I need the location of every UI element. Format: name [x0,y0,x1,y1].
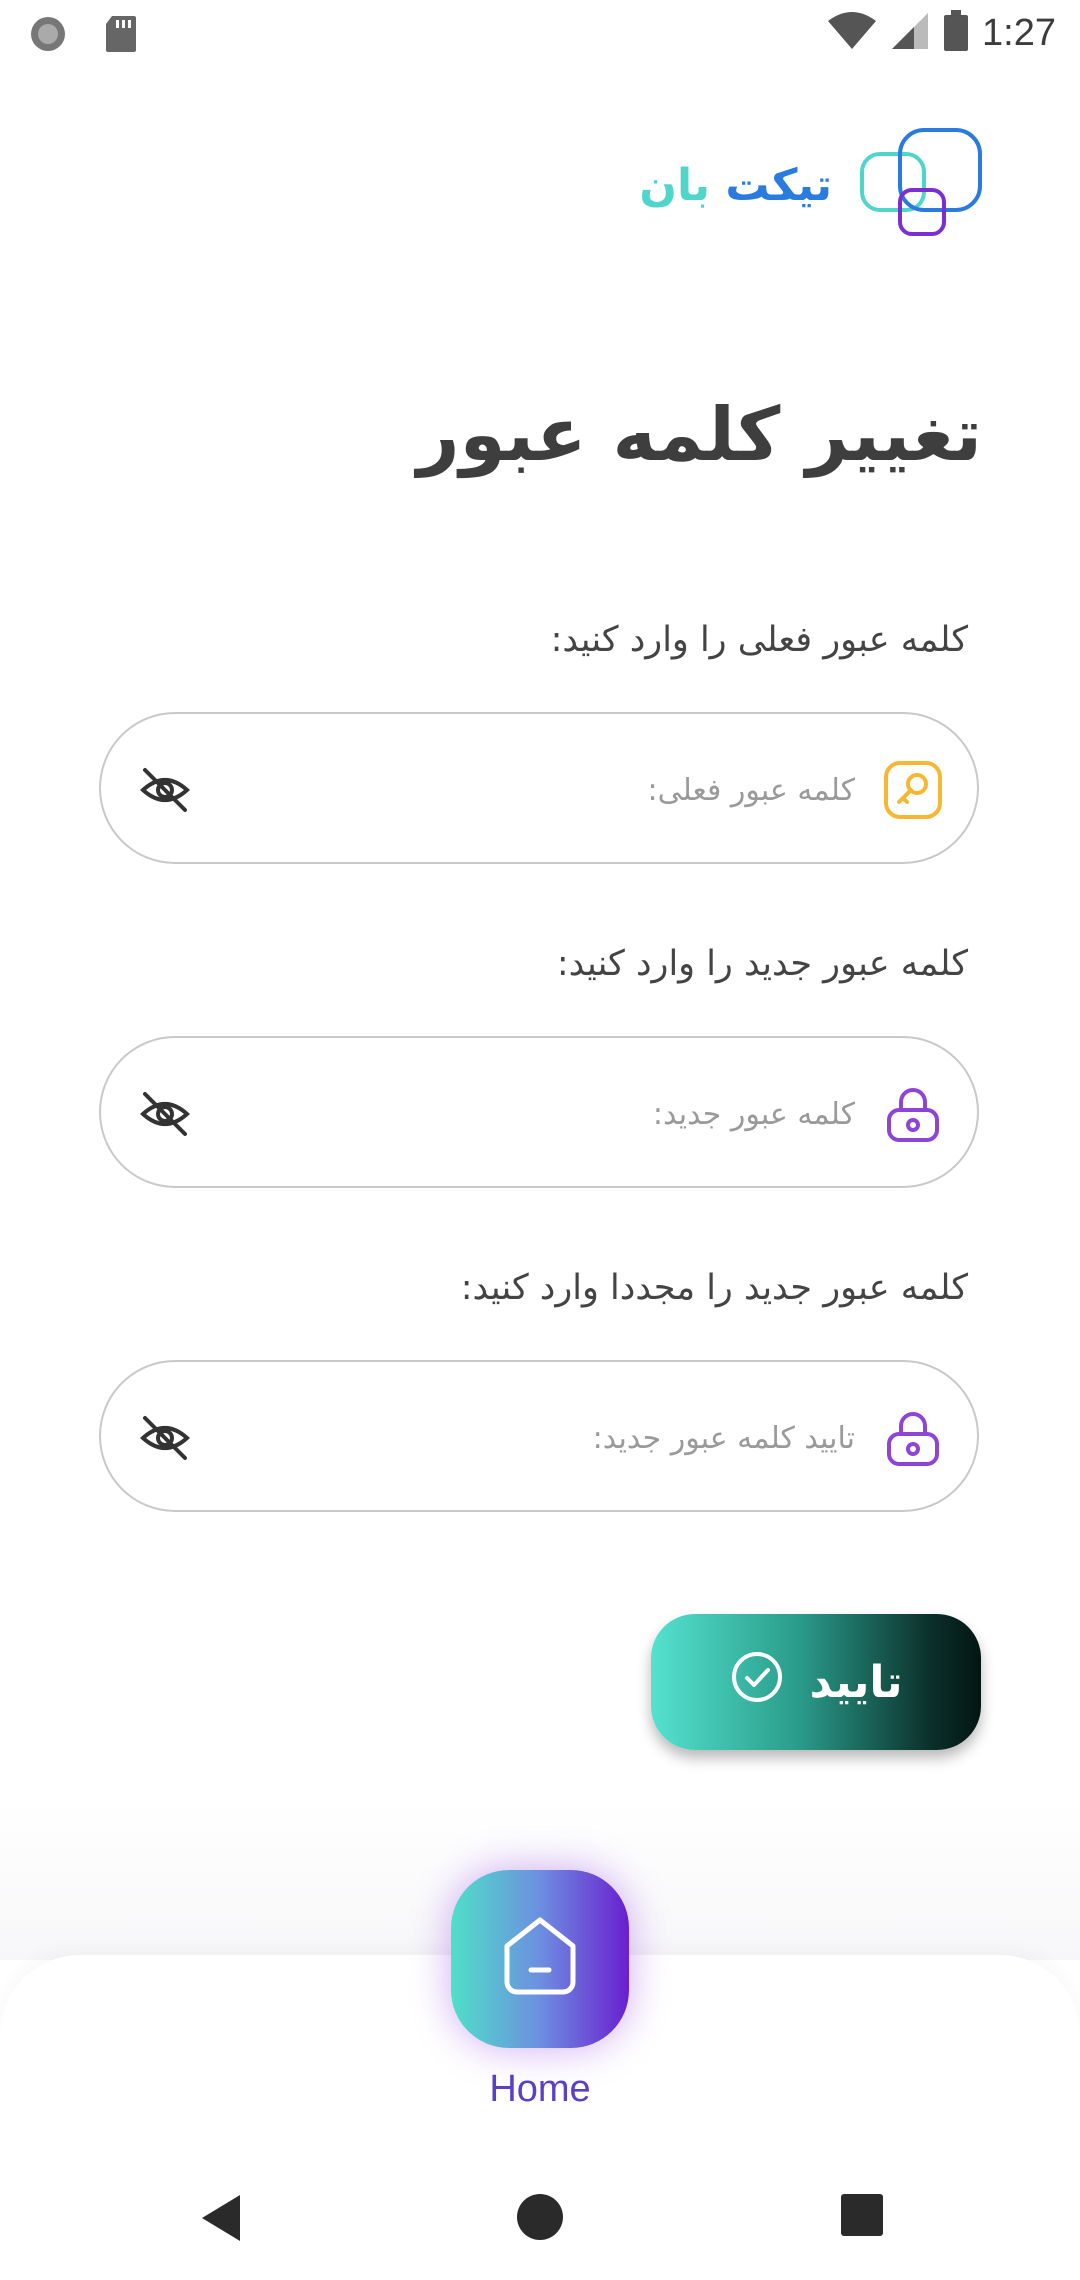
confirm-password-field-box[interactable] [99,1360,979,1512]
sd-card-icon [104,14,138,58]
key-icon [883,760,943,820]
eye-off-icon[interactable] [139,1090,191,1138]
battery-icon [942,10,970,56]
recents-icon[interactable] [840,2193,884,2241]
home-button[interactable] [451,1870,629,2048]
status-bar: 1:27 [0,0,1080,66]
signal-icon [890,11,930,55]
new-password-label: کلمه عبور جدید را وارد کنید: [556,944,968,984]
new-password-field-box[interactable] [99,1036,979,1188]
eye-off-icon[interactable] [139,1414,191,1462]
home-label: Home [489,2068,591,2110]
clock: 1:27 [982,11,1056,54]
home-circle-icon[interactable] [516,2193,564,2245]
logo-mark-icon [860,128,984,242]
logo-text-primary: تیکت [725,159,832,211]
new-password-input[interactable] [293,1068,857,1160]
app-logo: تیکت بان [639,128,984,242]
check-circle-icon [730,1650,784,1715]
logo-text-secondary: بان [639,159,711,211]
confirm-password-label: کلمه عبور جدید را مجددا وارد کنید: [460,1268,968,1308]
confirm-button[interactable]: تایید [651,1614,981,1750]
eye-off-icon[interactable] [139,766,191,814]
confirm-button-label: تایید [809,1656,903,1708]
current-password-input[interactable] [293,744,857,836]
record-icon [28,14,68,58]
back-icon[interactable] [200,2193,244,2247]
confirm-password-input[interactable] [293,1392,857,1484]
current-password-label: کلمه عبور فعلی را وارد کنید: [550,620,968,660]
lock-icon [883,1408,943,1468]
home-icon [495,1912,585,2006]
system-nav-bar [0,2155,1080,2280]
page-title: تغییر کلمه عبور [416,392,982,478]
logo-text: تیکت بان [639,160,832,211]
current-password-field-box[interactable] [99,712,979,864]
lock-icon [883,1084,943,1144]
wifi-icon [826,11,878,55]
